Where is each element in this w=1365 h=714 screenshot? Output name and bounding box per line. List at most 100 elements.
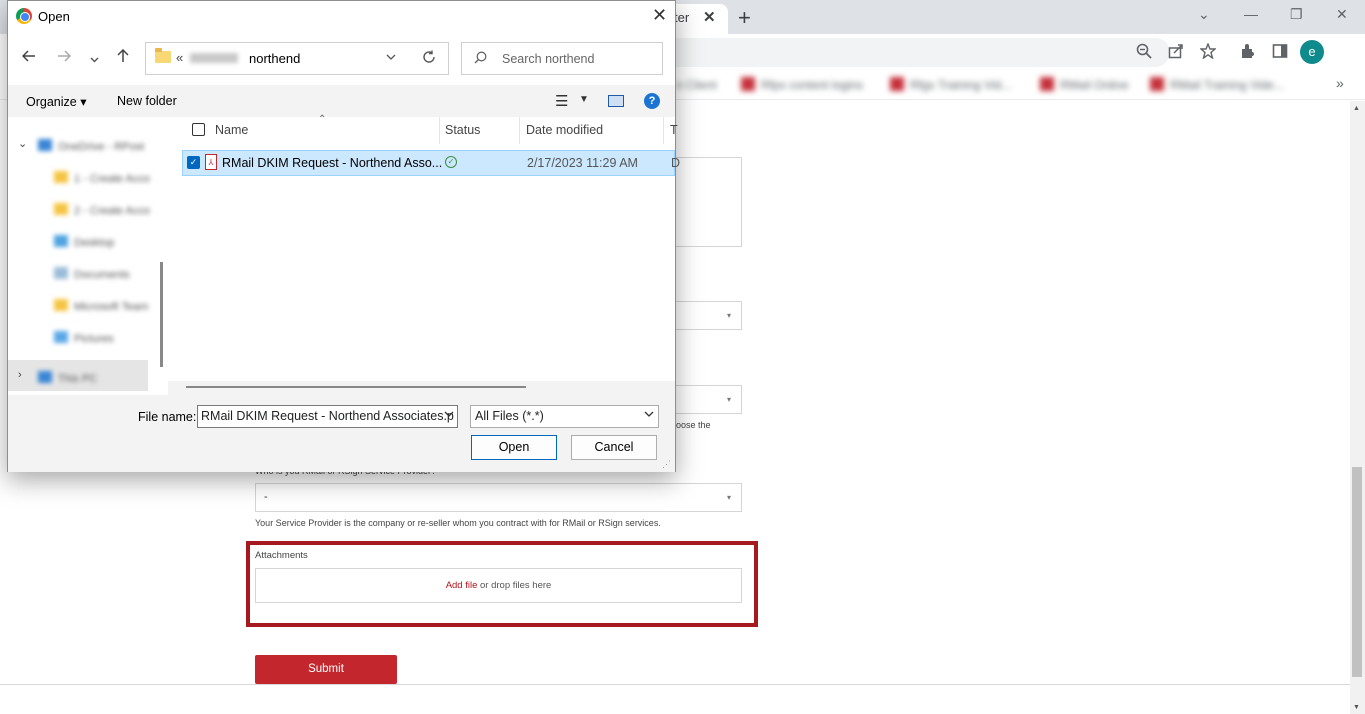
file-name-label: File name:: [138, 410, 197, 424]
file-type-dropdown-icon[interactable]: [644, 409, 654, 422]
open-button[interactable]: Open: [471, 435, 557, 460]
pdf-file-icon: ⅄: [205, 154, 217, 170]
attachments-label: Attachments: [255, 550, 308, 561]
sync-status-check-icon: ✓: [445, 156, 457, 168]
resize-grip-icon[interactable]: ⋰: [662, 459, 671, 470]
collapse-chevron-icon[interactable]: ›: [18, 369, 22, 381]
service-provider-helper: Your Service Provider is the company or …: [255, 518, 661, 528]
file-type: D: [671, 156, 681, 170]
redacted-path-segment: [190, 53, 238, 63]
tree-item-documents[interactable]: Documents: [54, 265, 130, 281]
column-divider[interactable]: [439, 117, 440, 144]
dialog-close-icon[interactable]: ✕: [652, 5, 667, 26]
scroll-down-icon[interactable]: ▼: [1353, 704, 1360, 711]
dialog-search-box[interactable]: Search northend: [461, 42, 663, 75]
file-list-pane: ⌃ Name Status Date modified T ✓ ⅄ RMail …: [168, 114, 680, 381]
window-close-icon[interactable]: ✕: [1336, 6, 1348, 23]
path-overflow-icon[interactable]: «: [176, 50, 183, 65]
column-divider[interactable]: [519, 117, 520, 144]
bookmark-item[interactable]: RMail Training Vide...: [1150, 77, 1284, 92]
sort-ascending-icon: ⌃: [318, 114, 327, 125]
address-dropdown-icon[interactable]: [386, 51, 396, 65]
tree-item-folder[interactable]: Microsoft Team: [54, 297, 148, 313]
minimize-icon[interactable]: —: [1244, 6, 1258, 22]
bookmark-item[interactable]: Rfgs Training Vid...: [890, 77, 1011, 92]
column-header-date[interactable]: Date modified: [526, 123, 603, 137]
page-scrollbar-thumb[interactable]: [1352, 467, 1362, 677]
bookmark-item[interactable]: RMail Online: [1040, 77, 1129, 92]
bookmarks-overflow-icon[interactable]: »: [1336, 75, 1344, 91]
view-dropdown-icon[interactable]: ▼: [579, 94, 589, 105]
profile-avatar[interactable]: e: [1300, 40, 1324, 64]
dialog-address-bar[interactable]: « northend: [145, 42, 449, 75]
submit-button[interactable]: Submit: [255, 655, 397, 684]
tab-title[interactable]: ter: [674, 10, 689, 25]
new-tab-icon[interactable]: +: [738, 5, 751, 31]
dialog-footer: File name: RMail DKIM Request - Northend…: [8, 395, 675, 472]
address-bar[interactable]: [600, 38, 1170, 67]
open-file-dialog: Open ✕ « northend Search northend Organi…: [7, 0, 680, 472]
row-checkbox[interactable]: ✓: [187, 156, 200, 169]
current-folder[interactable]: northend: [249, 51, 300, 66]
select-all-checkbox[interactable]: [192, 123, 205, 136]
chevron-down-icon: ▾: [726, 493, 731, 502]
tab-close-icon[interactable]: ✕: [703, 8, 716, 26]
extensions-icon[interactable]: [1240, 43, 1256, 64]
preview-pane-icon[interactable]: [608, 95, 624, 107]
tab-search-icon[interactable]: ⌄: [1198, 6, 1210, 23]
tree-item-pictures[interactable]: Pictures: [54, 329, 114, 345]
expand-chevron-icon[interactable]: ⌄: [18, 137, 27, 150]
bookmark-item[interactable]: Rfps content logins: [741, 77, 863, 92]
search-icon: [474, 51, 487, 67]
help-icon[interactable]: ?: [644, 93, 660, 109]
tree-item-folder[interactable]: 1 - Create Acco: [54, 169, 150, 185]
new-folder-button[interactable]: New folder: [117, 94, 177, 108]
share-icon[interactable]: [1168, 43, 1184, 64]
zoom-icon[interactable]: [1136, 43, 1152, 64]
dialog-titlebar: Open ✕: [8, 1, 675, 33]
file-list-hscrollbar[interactable]: [186, 386, 526, 388]
column-header-name[interactable]: Name: [215, 123, 248, 137]
cancel-button[interactable]: Cancel: [571, 435, 657, 460]
file-row-selected[interactable]: ✓ ⅄ RMail DKIM Request - Northend Asso..…: [182, 150, 680, 176]
up-arrow-icon[interactable]: [116, 48, 130, 68]
attachments-dropzone[interactable]: Add file or drop files here: [255, 568, 742, 603]
folder-icon: [155, 48, 171, 63]
chevron-down-icon: ▾: [726, 395, 731, 404]
tree-item-folder[interactable]: 2 - Create Acco: [54, 201, 150, 217]
file-name-input[interactable]: RMail DKIM Request - Northend Associates…: [197, 405, 458, 428]
tree-item-onedrive[interactable]: OneDrive - RPost: [38, 137, 144, 153]
dialog-nav-row: « northend Search northend: [8, 33, 675, 85]
file-name-dropdown-icon[interactable]: [444, 409, 454, 422]
nav-pane-scroll-thumb[interactable]: [160, 262, 163, 367]
chrome-logo-icon: [16, 8, 32, 24]
column-header-type[interactable]: T: [670, 123, 678, 137]
scroll-up-icon[interactable]: ▲: [1353, 105, 1360, 112]
search-placeholder: Search northend: [502, 52, 595, 66]
recent-locations-chevron-icon[interactable]: [90, 51, 99, 69]
dialog-title: Open: [38, 9, 70, 24]
helper-text-partial: oose the: [676, 420, 711, 430]
file-type-select[interactable]: All Files (*.*): [470, 405, 659, 428]
view-options-icon[interactable]: ☰: [555, 92, 568, 110]
drop-hint: or drop files here: [477, 580, 552, 591]
back-arrow-icon[interactable]: [21, 49, 36, 68]
chevron-down-icon: ▾: [726, 311, 731, 320]
add-file-link[interactable]: Add file: [446, 580, 478, 591]
refresh-icon[interactable]: [422, 50, 436, 68]
tree-item-this-pc[interactable]: This PC: [38, 369, 97, 385]
restore-icon[interactable]: ❐: [1290, 6, 1303, 23]
bookmark-star-icon[interactable]: [1199, 42, 1217, 64]
column-divider[interactable]: [663, 117, 664, 144]
service-provider-select[interactable]: - ▾: [255, 483, 742, 512]
file-date-modified: 2/17/2023 11:29 AM: [527, 156, 638, 170]
select-value: -: [264, 491, 268, 503]
column-header-status[interactable]: Status: [445, 123, 480, 137]
tree-item-desktop[interactable]: Desktop: [54, 233, 114, 249]
forward-arrow-icon[interactable]: [57, 49, 72, 68]
bookmark-item[interactable]: n Client: [676, 77, 717, 92]
footer-divider: [0, 684, 1350, 685]
organize-menu[interactable]: Organize ▾: [26, 94, 86, 109]
file-name[interactable]: RMail DKIM Request - Northend Asso...: [222, 156, 442, 170]
side-panel-icon[interactable]: [1272, 43, 1288, 64]
